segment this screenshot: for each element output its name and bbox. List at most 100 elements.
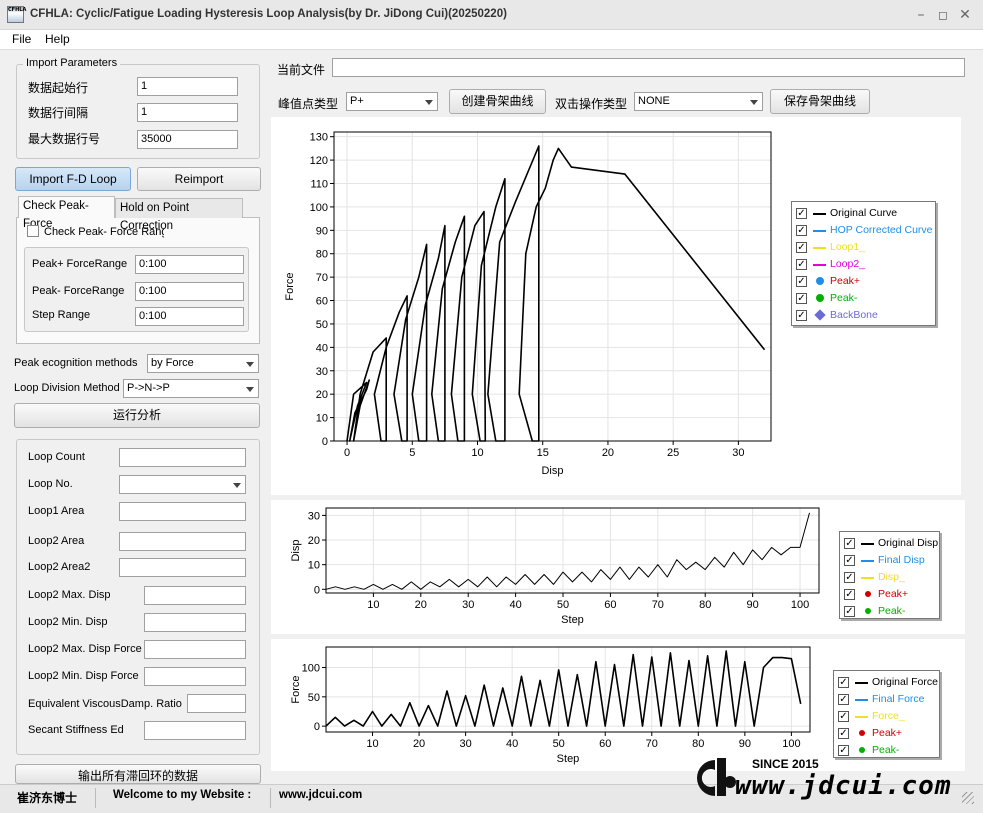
- legend-label: Loop1_: [830, 241, 866, 253]
- import-fd-loop-button[interactable]: Import F-D Loop: [15, 167, 131, 191]
- menu-help[interactable]: Help: [45, 32, 70, 46]
- legend-item[interactable]: ✓ Peak+: [840, 587, 939, 603]
- y-tick-label: 90: [316, 225, 328, 237]
- legend-label: Peak+: [872, 727, 903, 739]
- legend-item[interactable]: ✓ Peak+: [792, 274, 935, 290]
- y-tick-label: 10: [308, 560, 320, 572]
- tab-hold-on-point[interactable]: Hold on Point Correction: [115, 198, 243, 232]
- legend-checkbox[interactable]: ✓: [796, 276, 807, 287]
- legend-checkbox[interactable]: ✓: [838, 728, 849, 739]
- loop-no-select[interactable]: [119, 475, 246, 494]
- status-divider: [270, 788, 271, 808]
- legend-checkbox[interactable]: ✓: [838, 711, 849, 722]
- step-range-input[interactable]: 0:100: [135, 307, 244, 326]
- y-tick-label: 100: [302, 663, 320, 675]
- legend-checkbox[interactable]: ✓: [844, 555, 855, 566]
- legend-item[interactable]: ✓ Peak-: [840, 604, 939, 620]
- legend-checkbox[interactable]: ✓: [796, 208, 807, 219]
- loop2-max-force-field: [144, 640, 246, 659]
- x-axis-label: Disp: [541, 465, 563, 477]
- legend-item[interactable]: ✓ Original Disp: [840, 536, 939, 552]
- export-loops-button[interactable]: 输出所有滞回环的数据: [15, 764, 261, 784]
- legend-item[interactable]: ✓ Loop1_: [792, 240, 935, 256]
- legend-checkbox[interactable]: ✓: [796, 293, 807, 304]
- x-tick-label: 90: [739, 738, 751, 750]
- y-tick-label: 60: [316, 296, 328, 308]
- loop2-max-disp-field: [144, 586, 246, 605]
- close-icon[interactable]: ✕: [956, 6, 974, 24]
- legend-item[interactable]: ✓ Loop2_: [792, 257, 935, 273]
- legend-label: BackBone: [830, 309, 878, 321]
- legend-checkbox[interactable]: ✓: [844, 606, 855, 617]
- loop2-min-force-label: Loop2 Min. Disp Force: [28, 670, 139, 682]
- legend-label: Final Force: [872, 693, 925, 705]
- dblclick-type-select[interactable]: NONE: [634, 92, 763, 111]
- row-interval-input[interactable]: 1: [137, 103, 238, 122]
- x-axis-label: Step: [557, 753, 580, 765]
- legend-item[interactable]: ✓ Original Force: [834, 675, 939, 691]
- check-range-checkbox[interactable]: [27, 225, 39, 237]
- legend-checkbox[interactable]: ✓: [796, 242, 807, 253]
- legend-item[interactable]: ✓ Peak-: [834, 743, 939, 759]
- loop-division-select[interactable]: P->N->P: [123, 379, 259, 398]
- resize-grip-icon[interactable]: [962, 792, 974, 804]
- x-tick-label: 20: [602, 447, 614, 459]
- peak-minus-label: Peak- ForceRange: [32, 285, 125, 297]
- peak-type-select[interactable]: P+: [346, 92, 438, 111]
- start-row-input[interactable]: 1: [137, 77, 238, 96]
- legend-item[interactable]: ✓ Disp_: [840, 570, 939, 586]
- peak-minus-input[interactable]: 0:100: [135, 282, 244, 301]
- y-tick-label: 10: [316, 413, 328, 425]
- tab-check-peak-force[interactable]: Check Peak-Force: [18, 196, 115, 230]
- x-tick-label: 60: [604, 599, 616, 611]
- disp-legend: ✓ Original Disp ✓ Final Disp ✓ Disp_ ✓ Peak+ ✓ Pe…: [839, 531, 940, 619]
- peak-method-select[interactable]: by Force: [147, 354, 259, 373]
- legend-item[interactable]: ✓ Final Disp: [840, 553, 939, 569]
- legend-checkbox[interactable]: ✓: [796, 259, 807, 270]
- legend-checkbox[interactable]: ✓: [844, 538, 855, 549]
- x-tick-label: 40: [509, 599, 521, 611]
- minimize-icon[interactable]: –: [912, 6, 930, 24]
- legend-checkbox[interactable]: ✓: [796, 310, 807, 321]
- legend-checkbox[interactable]: ✓: [838, 677, 849, 688]
- menu-file[interactable]: File: [12, 32, 31, 46]
- current-file-input[interactable]: [332, 58, 965, 77]
- max-row-input[interactable]: 35000: [137, 130, 238, 149]
- legend-item[interactable]: ✓ HOP Corrected Curve: [792, 223, 935, 239]
- x-tick-label: 20: [415, 599, 427, 611]
- status-website[interactable]: www.jdcui.com: [279, 789, 362, 801]
- watermark-since: SINCE 2015: [752, 757, 819, 771]
- create-backbone-button[interactable]: 创建骨架曲线: [449, 89, 546, 114]
- legend-marker: [816, 294, 824, 302]
- legend-item[interactable]: ✓ BackBone: [792, 308, 935, 324]
- y-tick-label: 50: [316, 319, 328, 331]
- legend-checkbox[interactable]: ✓: [844, 589, 855, 600]
- legend-label: Peak-: [878, 605, 906, 617]
- x-tick-label: 100: [791, 599, 809, 611]
- legend-checkbox[interactable]: ✓: [838, 745, 849, 756]
- max-row-label: 最大数据行号: [28, 132, 101, 146]
- run-analysis-button[interactable]: 运行分析: [14, 403, 260, 428]
- legend-label: Loop2_: [830, 258, 866, 270]
- y-axis-label: Force: [290, 675, 302, 703]
- legend-checkbox[interactable]: ✓: [838, 694, 849, 705]
- peak-plus-input[interactable]: 0:100: [135, 255, 244, 274]
- loop-no-label: Loop No.: [28, 478, 73, 490]
- legend-item[interactable]: ✓ Original Curve: [792, 206, 935, 222]
- plot-area: [326, 647, 810, 732]
- save-backbone-button[interactable]: 保存骨架曲线: [770, 89, 870, 114]
- maximize-icon[interactable]: ◻: [934, 6, 952, 24]
- x-tick-label: 70: [652, 599, 664, 611]
- legend-label: Original Disp: [878, 537, 939, 549]
- secant-stiffness-label: Secant Stiffness Ed: [28, 724, 124, 736]
- legend-checkbox[interactable]: ✓: [796, 225, 807, 236]
- loop2-area-field: [119, 532, 246, 551]
- legend-item[interactable]: ✓ Final Force: [834, 692, 939, 708]
- legend-item[interactable]: ✓ Force_: [834, 709, 939, 725]
- legend-item[interactable]: ✓ Peak+: [834, 726, 939, 742]
- window-title: CFHLA: Cyclic/Fatigue Loading Hysteresis…: [30, 8, 507, 20]
- legend-checkbox[interactable]: ✓: [844, 572, 855, 583]
- legend-item[interactable]: ✓ Peak-: [792, 291, 935, 307]
- reimport-button[interactable]: Reimport: [137, 167, 261, 191]
- loop2-max-disp-label: Loop2 Max. Disp: [28, 589, 111, 601]
